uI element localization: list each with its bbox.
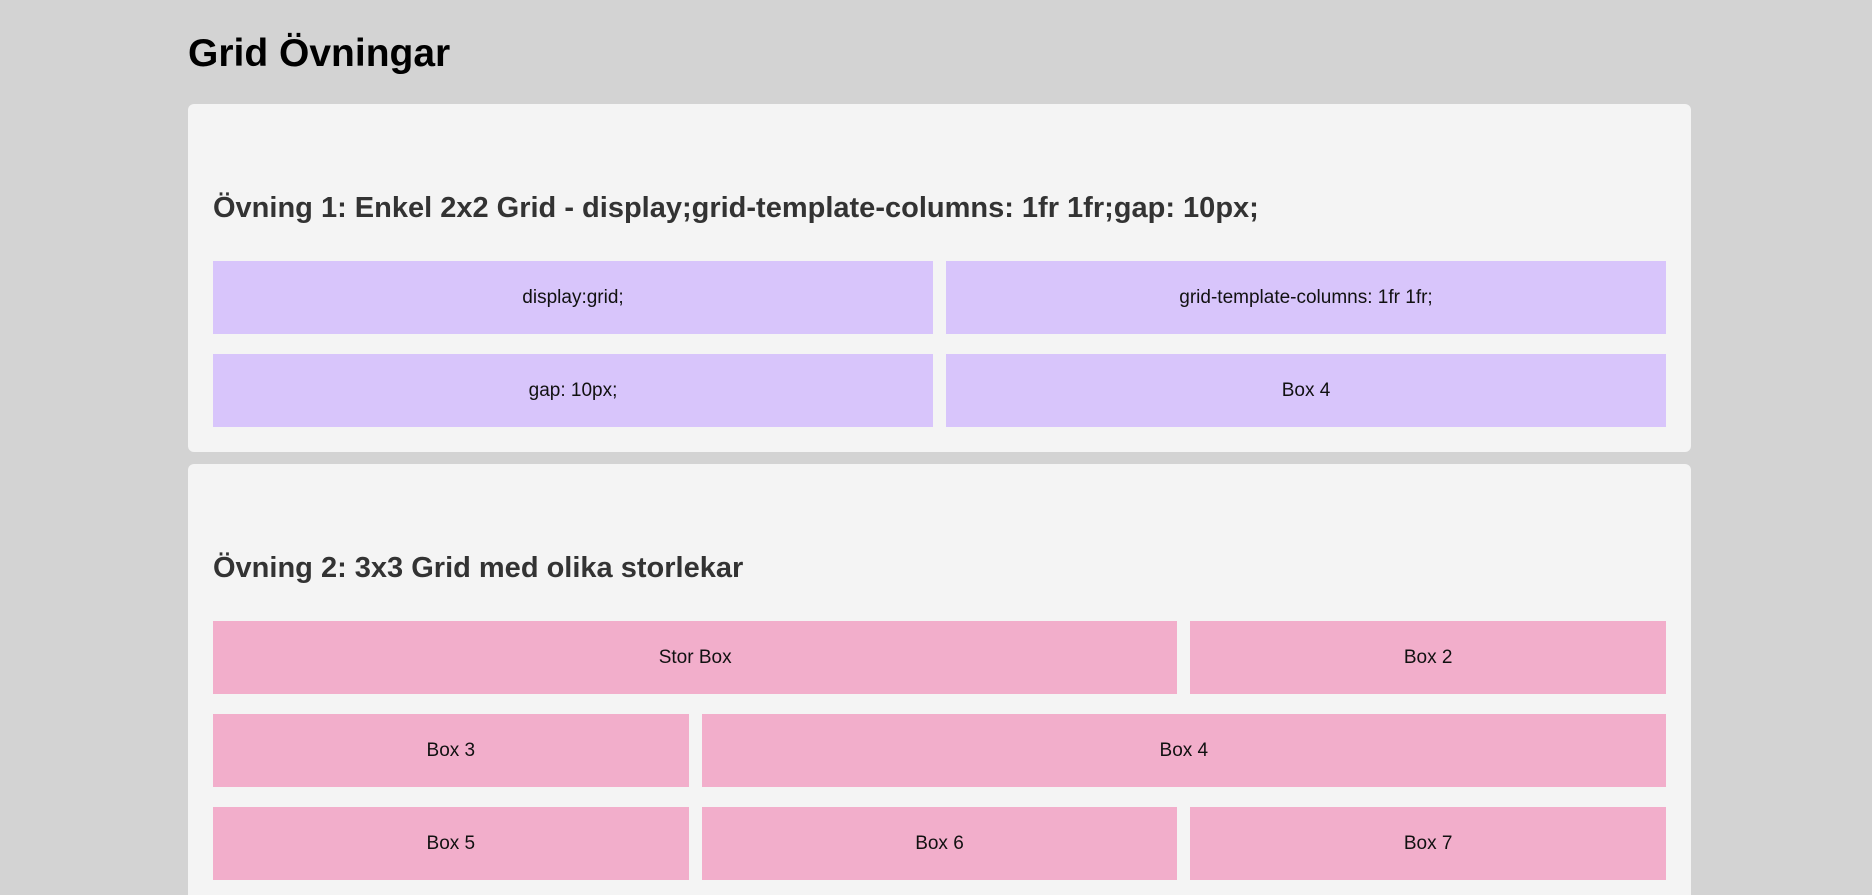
grid-box: Box 5 [213,807,689,880]
page-container: Grid Övningar Övning 1: Enkel 2x2 Grid -… [188,0,1691,895]
grid-box: Box 7 [1190,807,1666,880]
grid-box-wide: Box 4 [701,714,1666,787]
grid-box: grid-template-columns: 1fr 1fr; [946,261,1666,334]
grid-box: Box 4 [946,354,1666,427]
grid-box: Box 2 [1190,621,1666,694]
grid-box-large: Stor Box [213,621,1178,694]
exercise-1-card: Övning 1: Enkel 2x2 Grid - display;grid-… [188,104,1691,452]
grid-box: gap: 10px; [213,354,933,427]
grid-box: Box 6 [701,807,1178,880]
page-title: Grid Övningar [188,32,451,75]
grid-box: Box 3 [213,714,689,787]
exercise-2-heading: Övning 2: 3x3 Grid med olika storlekar [213,552,744,584]
exercise-2-grid: Stor Box Box 2 Box 3 Box 4 Box 5 Box 6 B… [213,621,1666,880]
exercise-2-card: Övning 2: 3x3 Grid med olika storlekar S… [188,464,1691,895]
grid-box: display:grid; [213,261,933,334]
exercise-1-heading: Övning 1: Enkel 2x2 Grid - display;grid-… [213,192,1259,224]
exercise-1-grid: display:grid; grid-template-columns: 1fr… [213,261,1666,427]
